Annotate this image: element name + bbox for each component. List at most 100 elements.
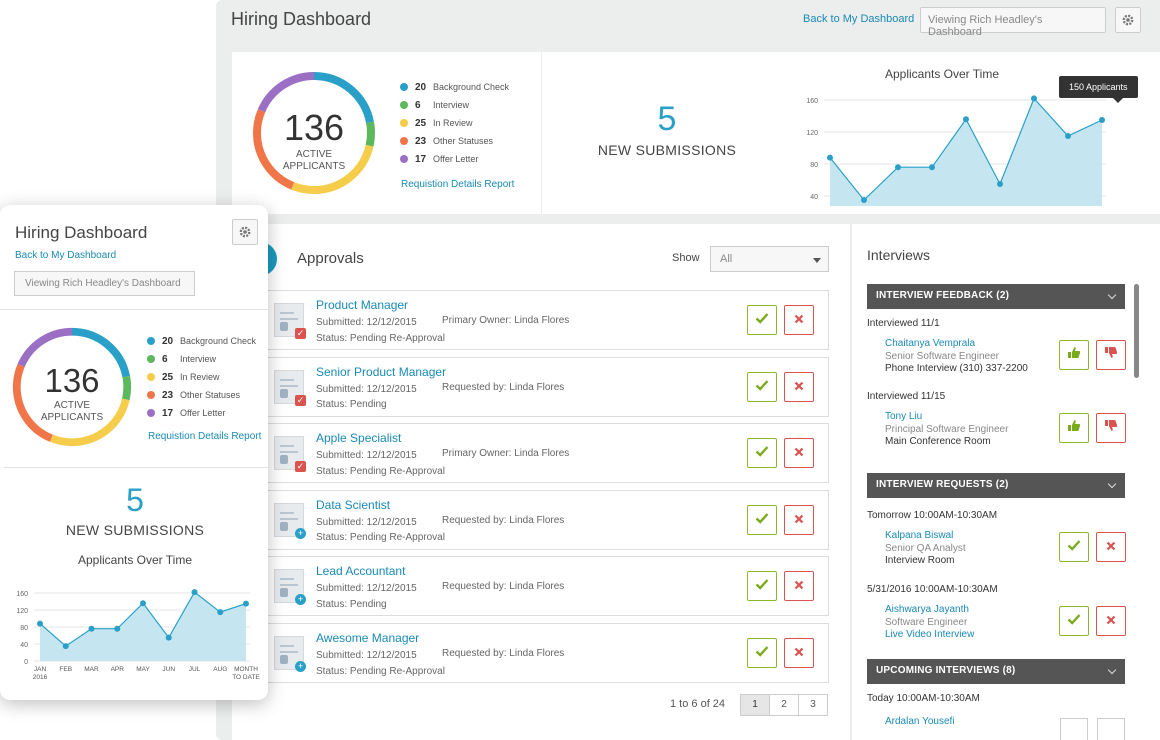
data-point[interactable] [243, 600, 249, 607]
approve-button[interactable] [747, 504, 777, 535]
thumbs-down-button[interactable] [1096, 413, 1126, 443]
reject-button[interactable] [784, 305, 814, 335]
thumbs-up-button[interactable] [1059, 340, 1089, 370]
upcoming-action-button[interactable] [1060, 718, 1088, 740]
upcoming-note-button[interactable] [1097, 718, 1125, 740]
applicants-area-chart: 04080120160JAN2016FEBMARAPRMAYJUNJULAUGM… [806, 95, 1106, 206]
page-title: Hiring Dashboard [231, 9, 372, 29]
decline-request-button[interactable] [1096, 532, 1126, 562]
mobile-back-link[interactable]: Back to My Dashboard [15, 250, 116, 261]
approval-title-link[interactable]: Product Manager [316, 298, 408, 312]
approve-button[interactable] [747, 305, 777, 335]
legend-item: 20 Background Check [147, 332, 256, 350]
approve-button[interactable] [747, 438, 777, 469]
mobile-settings-button[interactable] [232, 219, 258, 245]
interview-date: Tomorrow 10:00AM-10:30AM [867, 510, 998, 521]
plus-badge-icon: + [295, 661, 306, 672]
data-point[interactable] [963, 116, 969, 123]
decline-request-button[interactable] [1096, 606, 1126, 636]
legend-item: 25 In Review [400, 114, 509, 132]
check-icon [755, 644, 769, 662]
approval-card[interactable]: + Awesome Manager Submitted: 12/12/2015 S… [266, 623, 829, 683]
owner-name: Linda Flores [514, 315, 570, 326]
approve-button[interactable] [747, 371, 777, 402]
data-point[interactable] [895, 164, 901, 171]
data-point[interactable] [62, 643, 69, 650]
legend-label: Interview [180, 354, 217, 364]
interview-location: Main Conference Room [885, 436, 991, 447]
approval-title-link[interactable]: Lead Accountant [316, 564, 405, 578]
data-point[interactable] [861, 197, 867, 203]
accept-request-button[interactable] [1059, 532, 1089, 562]
upcoming-interviews-header[interactable]: UPCOMING INTERVIEWS (8) [867, 659, 1125, 684]
interviews-scrollbar[interactable] [1134, 284, 1139, 378]
data-point[interactable] [165, 634, 172, 641]
approval-title-link[interactable]: Senior Product Manager [316, 365, 446, 379]
chevron-down-icon [1107, 290, 1117, 300]
data-point[interactable] [37, 620, 43, 627]
data-point[interactable] [997, 181, 1003, 187]
data-point[interactable] [1065, 133, 1071, 139]
approval-title-link[interactable]: Data Scientist [316, 498, 390, 512]
upcoming-candidate-name[interactable]: Ardalan Yousefi [885, 716, 955, 727]
legend-label: Background Check [433, 82, 510, 92]
thumbs-up-button[interactable] [1059, 413, 1089, 443]
approval-card[interactable]: ✓ Senior Product Manager Submitted: 12/1… [266, 356, 829, 417]
legend-count: 23 [162, 389, 174, 401]
y-tick-label: 160 [806, 98, 818, 105]
approval-card[interactable]: + Lead Accountant Submitted: 12/12/2015 S… [266, 556, 829, 617]
interview-feedback-header[interactable]: INTERVIEW FEEDBACK (2) [867, 284, 1125, 309]
candidate-name[interactable]: Kalpana Biswal [885, 530, 953, 541]
close-icon [1106, 612, 1116, 630]
interview-location[interactable]: Live Video Interview [885, 629, 974, 640]
data-point[interactable] [1031, 95, 1037, 102]
requisition-report-link[interactable]: Requistion Details Report [401, 179, 514, 190]
interview-location: Phone Interview (310) 337-2200 [885, 363, 1028, 374]
approve-button[interactable] [747, 638, 777, 668]
close-icon [794, 577, 804, 595]
mobile-report-link[interactable]: Requistion Details Report [148, 431, 261, 442]
show-filter-select[interactable]: All [710, 246, 829, 272]
viewing-dashboard-button[interactable]: Viewing Rich Headley's Dashboard [920, 7, 1106, 38]
legend-swatch [400, 101, 408, 109]
back-to-dashboard-link[interactable]: Back to My Dashboard [803, 13, 914, 25]
candidate-name[interactable]: Chaitanya Vemprala [885, 338, 975, 349]
reject-button[interactable] [784, 371, 814, 402]
reject-button[interactable] [784, 504, 814, 535]
approve-button[interactable] [747, 571, 777, 602]
reject-button[interactable] [784, 638, 814, 668]
accept-request-button[interactable] [1059, 606, 1089, 636]
approval-card[interactable]: + Data Scientist Submitted: 12/12/2015 St… [266, 489, 829, 550]
owner-name: Linda Flores [514, 448, 570, 460]
data-point[interactable] [191, 589, 198, 596]
candidate-name[interactable]: Tony Liu [885, 411, 922, 422]
submitted-date: Submitted: 12/12/2015 [316, 516, 417, 528]
data-point[interactable] [1099, 117, 1105, 123]
submitted-date: Submitted: 12/12/2015 [316, 450, 417, 462]
x-tick-label: 2016 [33, 674, 48, 681]
approval-title-link[interactable]: Awesome Manager [316, 631, 419, 645]
data-point[interactable] [140, 600, 146, 607]
approval-card[interactable]: ✓ Apple Specialist Submitted: 12/12/2015… [266, 423, 829, 484]
thumbs-down-button[interactable] [1096, 340, 1126, 370]
page-button-1[interactable]: 1 [740, 694, 770, 716]
interview-requests-header[interactable]: INTERVIEW REQUESTS (2) [867, 473, 1125, 498]
data-point[interactable] [217, 609, 224, 616]
mobile-viewing-button[interactable]: Viewing Rich Headley's Dashboard [14, 271, 195, 296]
candidate-name[interactable]: Aishwarya Jayanth [885, 604, 969, 615]
page-button-2[interactable]: 2 [769, 694, 799, 716]
data-point[interactable] [929, 164, 935, 171]
data-point[interactable] [88, 625, 95, 632]
reject-button[interactable] [784, 571, 814, 602]
legend-item: 23 Other Statuses [400, 132, 509, 150]
approval-owner: Primary Owner: Linda Flores [442, 448, 569, 459]
page-button-3[interactable]: 3 [798, 694, 828, 716]
data-point[interactable] [827, 154, 833, 161]
interview-date: 5/31/2016 10:00AM-10:30AM [867, 584, 998, 595]
thumbs-up-icon [1067, 346, 1081, 364]
data-point[interactable] [114, 625, 121, 632]
approval-title-link[interactable]: Apple Specialist [316, 431, 401, 445]
approval-card[interactable]: ✓ Product Manager Submitted: 12/12/2015 S… [266, 290, 829, 350]
settings-button[interactable] [1115, 7, 1141, 33]
reject-button[interactable] [784, 438, 814, 469]
